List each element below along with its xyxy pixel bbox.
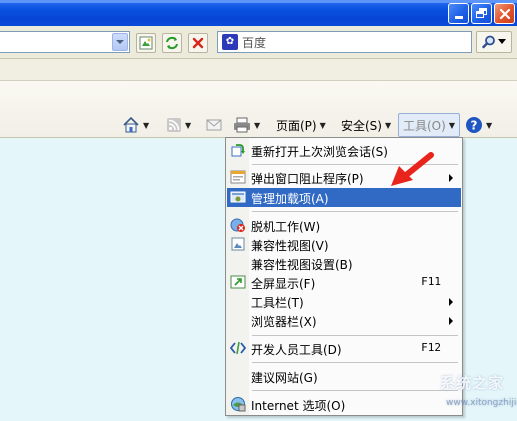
menu-item-label: 开发人员工具(D) — [251, 343, 342, 357]
home-button[interactable]: ▼ — [122, 113, 149, 137]
menu-item-label: 弹出窗口阻止程序(P) — [251, 172, 364, 186]
chevron-down-icon: ▼ — [319, 120, 326, 130]
menu-separator — [252, 390, 458, 391]
address-bar: ✿ 百度 — [0, 26, 517, 59]
menu-item-explorer-bars[interactable]: 浏览器栏(X) — [227, 311, 461, 330]
menu-item-label: 管理加载项(A) — [251, 192, 329, 206]
menu-separator — [252, 211, 458, 212]
chevron-down-icon: ▼ — [486, 120, 493, 130]
menu-item-label: 重新打开上次浏览会话(S) — [251, 145, 388, 159]
compatibility-icon — [139, 36, 153, 50]
stop-button[interactable] — [188, 33, 208, 53]
menu-item-label: 脱机工作(W) — [251, 220, 321, 234]
baidu-search-provider-icon: ✿ — [222, 34, 238, 50]
menu-item-work-offline[interactable]: 脱机工作(W) — [227, 216, 461, 235]
internet-options-icon — [231, 397, 246, 412]
chevron-down-icon: ▼ — [384, 120, 392, 130]
annotation-arrow-icon — [391, 152, 434, 186]
chevron-down-icon: ▼ — [185, 120, 192, 130]
menu-item-compat-view[interactable]: 兼容性视图(V) — [227, 235, 461, 254]
favorites-bar — [0, 59, 517, 81]
reopen-session-icon — [231, 144, 245, 157]
menu-separator — [252, 362, 458, 363]
search-placeholder: 百度 — [242, 35, 267, 50]
window-titlebar — [0, 0, 517, 26]
menu-item-shortcut: F11 — [421, 275, 441, 288]
refresh-button[interactable] — [162, 33, 182, 53]
tools-menu-label: 工具(O) — [403, 118, 446, 133]
close-icon — [499, 8, 510, 19]
watermark-site-name: 系统之家 — [440, 374, 505, 392]
popup-blocker-icon — [230, 170, 246, 184]
watermark-url: www.xitongzhijia.net — [446, 398, 517, 408]
titlebar-highlight — [0, 0, 517, 3]
submenu-arrow-icon — [449, 298, 453, 306]
submenu-arrow-icon — [449, 174, 453, 182]
help-icon: ? — [466, 117, 482, 133]
address-input[interactable] — [0, 31, 130, 53]
home-icon — [123, 116, 139, 133]
menu-item-label: 全屏显示(F) — [251, 277, 316, 291]
chevron-down-icon — [116, 40, 124, 44]
page-menu-button[interactable]: 页面(P) ▼ — [276, 113, 326, 137]
menu-item-label: 工具栏(T) — [251, 296, 304, 310]
maximize-button[interactable] — [471, 3, 492, 24]
menu-item-compat-view-settings[interactable]: 兼容性视图设置(B) — [227, 254, 461, 273]
safety-menu-button[interactable]: 安全(S) ▼ — [341, 113, 391, 137]
fullscreen-icon — [230, 275, 246, 289]
svg-text:?: ? — [471, 119, 478, 133]
menu-item-shortcut: F12 — [421, 341, 441, 354]
menu-item-label: 浏览器栏(X) — [251, 315, 317, 329]
menu-separator — [252, 335, 458, 336]
menu-item-label: 建议网站(G) — [251, 371, 318, 385]
search-button[interactable] — [476, 31, 512, 53]
chevron-down-icon: ▼ — [254, 120, 261, 130]
search-input[interactable]: ✿ 百度 — [217, 31, 472, 53]
menu-item-label: 兼容性视图(V) — [251, 239, 329, 253]
manage-addons-icon — [230, 191, 246, 203]
chevron-down-icon — [498, 39, 506, 44]
address-dropdown-button[interactable] — [112, 33, 128, 51]
menu-item-fullscreen[interactable]: 全屏显示(F) F11 — [227, 273, 461, 292]
rss-feed-icon — [167, 118, 181, 132]
page-menu-label: 页面(P) — [276, 118, 317, 133]
tools-menu-button[interactable]: 工具(O) ▼ — [398, 113, 460, 137]
search-icon — [482, 35, 495, 49]
menu-item-label: 兼容性视图设置(B) — [251, 258, 353, 272]
print-button[interactable]: ▼ — [233, 113, 260, 137]
compatibility-view-button[interactable] — [136, 33, 156, 53]
mail-icon — [206, 119, 222, 131]
refresh-icon — [166, 36, 178, 50]
work-offline-icon — [230, 218, 245, 232]
menu-item-internet-options[interactable]: Internet 选项(O) — [227, 395, 461, 414]
feeds-button[interactable]: ▼ — [166, 113, 191, 137]
menu-item-label: Internet 选项(O) — [251, 399, 346, 413]
printer-icon — [234, 117, 250, 133]
stop-icon — [192, 37, 204, 49]
menu-item-toolbars[interactable]: 工具栏(T) — [227, 292, 461, 311]
minimize-icon — [454, 16, 463, 19]
compatibility-view-icon — [231, 237, 245, 251]
watermark: 系统之家 www.xitongzhijia.net — [440, 372, 517, 421]
read-mail-button[interactable] — [206, 113, 222, 137]
restore-icon — [475, 8, 488, 19]
chevron-down-icon: ▼ — [143, 120, 150, 130]
developer-tools-icon — [230, 341, 246, 355]
menu-item-suggested-sites[interactable]: 建议网站(G) — [227, 367, 461, 386]
safety-menu-label: 安全(S) — [341, 118, 382, 133]
help-button[interactable]: ? ▼ — [465, 113, 492, 137]
submenu-arrow-icon — [449, 317, 453, 325]
menu-item-dev-tools[interactable]: 开发人员工具(D) F12 — [227, 339, 461, 358]
close-window-button[interactable] — [494, 3, 515, 24]
chevron-down-icon: ▼ — [448, 120, 455, 130]
minimize-button[interactable] — [448, 3, 469, 24]
